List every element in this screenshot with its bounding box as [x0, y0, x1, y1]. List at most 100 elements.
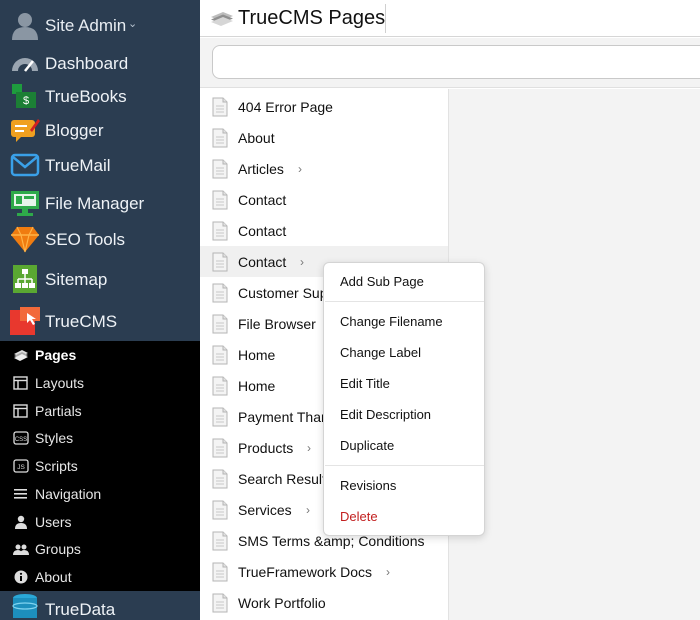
- user-name: Site Admin: [45, 16, 127, 35]
- document-icon: [212, 500, 228, 520]
- menu-item-label: Change Label: [340, 345, 421, 360]
- page-list-item[interactable]: 404 Error Page: [200, 91, 448, 122]
- content-pane: [448, 89, 700, 620]
- subnav-label: Layouts: [35, 375, 85, 391]
- subnav-item-pages[interactable]: Pages: [0, 342, 200, 368]
- page-name: Products: [238, 440, 294, 456]
- search-input[interactable]: [212, 45, 700, 79]
- pages-stack-icon: [210, 9, 234, 27]
- subnav-item-styles[interactable]: CSS Styles: [0, 425, 200, 451]
- pages-icon: [13, 348, 29, 362]
- chevron-right-icon[interactable]: ›: [300, 255, 304, 269]
- user-icon: [10, 10, 40, 40]
- document-icon: [212, 469, 228, 489]
- menu-item-label: Edit Description: [340, 407, 432, 422]
- chevron-down-icon: ⌄: [128, 18, 138, 30]
- chevron-right-icon[interactable]: ›: [298, 162, 302, 176]
- subnav-item-users[interactable]: Users: [0, 509, 200, 535]
- chevron-right-icon[interactable]: ›: [307, 441, 311, 455]
- document-icon: [212, 562, 228, 582]
- subnav-item-scripts[interactable]: JS Scripts: [0, 453, 200, 479]
- sidebar-item-label: SEO Tools: [45, 230, 126, 249]
- file-manager-icon: [10, 189, 40, 217]
- page-name: Home: [238, 378, 276, 394]
- sidebar-item-truedata[interactable]: TrueData: [0, 591, 200, 620]
- page-list-item[interactable]: Contact: [200, 215, 448, 246]
- subnav-label: Styles: [35, 430, 74, 446]
- subnav-label: Navigation: [35, 486, 102, 502]
- chevron-right-icon[interactable]: ›: [306, 503, 310, 517]
- sidebar-item-label: TrueCMS: [45, 312, 118, 331]
- menu-item-label: Change Filename: [340, 314, 443, 329]
- menu-item-add-sub-page[interactable]: Add Sub Page: [324, 268, 484, 296]
- menu-item-revisions[interactable]: Revisions: [324, 472, 484, 500]
- page-header: TrueCMS Pages: [200, 0, 700, 37]
- page-list-item[interactable]: Articles ›: [200, 153, 448, 184]
- blog-icon: [10, 116, 40, 144]
- menu-separator: [325, 465, 484, 466]
- js-icon: JS: [13, 459, 29, 473]
- subnav-item-navigation[interactable]: Navigation: [0, 481, 200, 507]
- menu-icon: [13, 487, 29, 501]
- menu-item-delete[interactable]: Delete: [324, 503, 484, 531]
- chevron-right-icon[interactable]: ›: [386, 565, 390, 579]
- page-name: Services: [238, 502, 292, 518]
- page-list-item[interactable]: TrueFramework Docs ›: [200, 556, 448, 587]
- ledger-icon: $: [10, 82, 40, 110]
- user-menu[interactable]: Site Admin ⌄: [0, 0, 200, 45]
- subnav-item-about[interactable]: About: [0, 564, 200, 590]
- subnav-item-groups[interactable]: Groups: [0, 536, 200, 562]
- subnav-label: Partials: [35, 403, 82, 419]
- menu-item-label: Revisions: [340, 478, 397, 493]
- svg-text:CSS: CSS: [15, 437, 27, 443]
- page-name: TrueFramework Docs: [238, 564, 373, 580]
- page-name: About: [238, 130, 275, 146]
- subnav-label: Groups: [35, 541, 81, 557]
- sidebar-item-file-manager[interactable]: File Manager: [0, 185, 200, 219]
- page-list-item[interactable]: About: [200, 122, 448, 153]
- menu-item-label: Edit Title: [340, 376, 390, 391]
- document-icon: [212, 314, 228, 334]
- sidebar-item-sitemap[interactable]: Sitemap: [0, 261, 200, 295]
- sidebar-item-truebooks[interactable]: $ TrueBooks: [0, 78, 200, 112]
- database-icon: [10, 593, 40, 620]
- document-icon: [212, 593, 228, 613]
- page-list-item[interactable]: Work Portfolio: [200, 587, 448, 618]
- sidebar-item-dashboard[interactable]: Dashboard: [0, 45, 200, 79]
- sidebar-item-label: File Manager: [45, 194, 145, 213]
- subnav-label: Pages: [35, 347, 77, 363]
- menu-item-edit-description[interactable]: Edit Description: [324, 401, 484, 429]
- menu-item-label: Duplicate: [340, 438, 395, 453]
- menu-item-change-filename[interactable]: Change Filename: [324, 308, 484, 336]
- subnav-label: Users: [35, 514, 72, 530]
- page-title: TrueCMS Pages: [238, 7, 386, 29]
- subnav-item-partials[interactable]: Partials: [0, 398, 200, 424]
- context-menu: Add Sub Page Change Filename Change Labe…: [323, 262, 485, 536]
- layout-icon: [13, 376, 29, 390]
- menu-item-change-label[interactable]: Change Label: [324, 339, 484, 367]
- document-icon: [212, 376, 228, 396]
- subnav-label: Scripts: [35, 458, 78, 474]
- diamond-icon: [10, 225, 40, 253]
- sidebar-item-seo-tools[interactable]: SEO Tools: [0, 221, 200, 255]
- menu-item-label: Add Sub Page: [340, 274, 424, 289]
- menu-separator: [325, 301, 484, 302]
- sidebar-item-truemail[interactable]: TrueMail: [0, 147, 200, 181]
- document-icon: [212, 283, 228, 303]
- document-icon: [212, 221, 228, 241]
- subnav-item-layouts[interactable]: Layouts: [0, 370, 200, 396]
- gauge-icon: [10, 49, 40, 77]
- page-list-item[interactable]: Contact: [200, 184, 448, 215]
- page-name: Search Results: [238, 471, 333, 487]
- sidebar-item-label: TrueBooks: [45, 87, 127, 106]
- document-icon: [212, 252, 228, 272]
- cms-icon: [10, 307, 40, 335]
- document-icon: [212, 345, 228, 365]
- sidebar-item-label: TrueData: [45, 600, 116, 619]
- sidebar-item-blogger[interactable]: Blogger: [0, 112, 200, 146]
- svg-text:JS: JS: [17, 464, 25, 471]
- sidebar: Site Admin ⌄ Dashboard $ TrueBooks Blogg…: [0, 0, 200, 620]
- menu-item-duplicate[interactable]: Duplicate: [324, 432, 484, 460]
- menu-item-edit-title[interactable]: Edit Title: [324, 370, 484, 398]
- sidebar-item-truecms[interactable]: TrueCMS: [0, 303, 200, 337]
